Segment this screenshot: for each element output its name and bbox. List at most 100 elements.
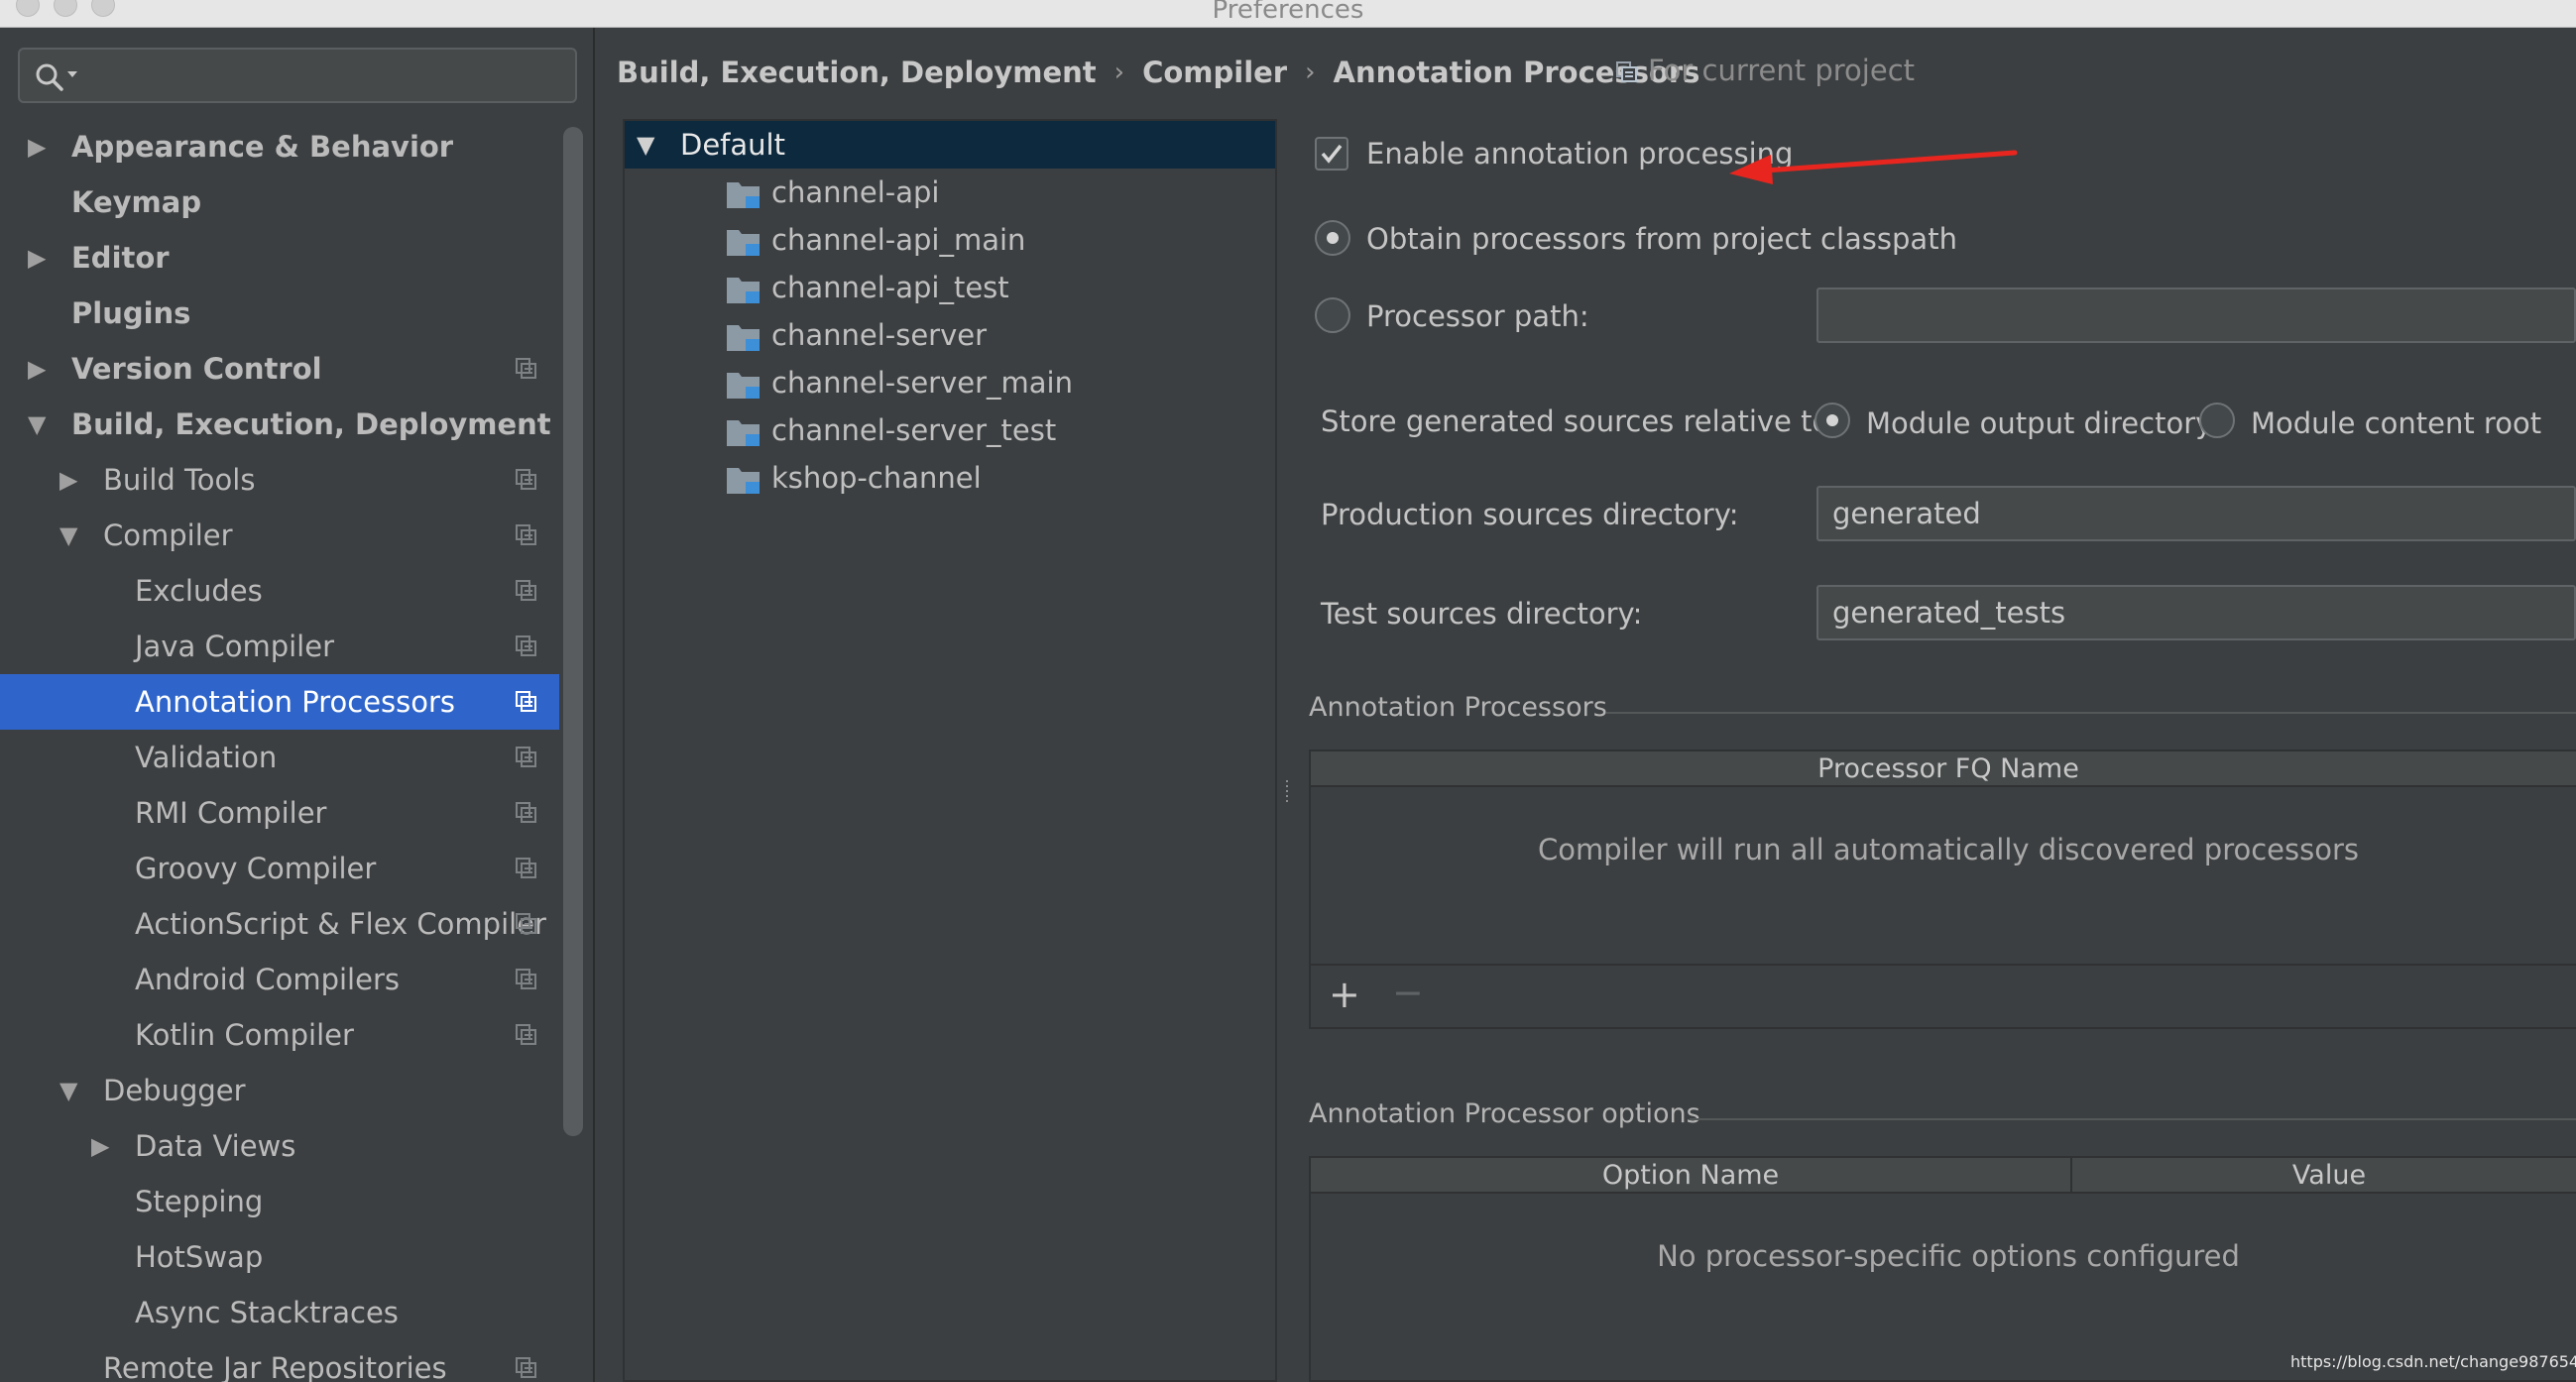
- sidebar-item-label: RMI Compiler: [135, 796, 327, 830]
- sidebar-item-label: Version Control: [71, 352, 322, 386]
- obtain-from-classpath-radio[interactable]: [1315, 220, 1350, 256]
- project-level-settings-icon: [516, 747, 536, 767]
- watermark-url: https://blog.csdn.net/change987654321: [2290, 1352, 2576, 1371]
- sidebar-item-plugins[interactable]: Plugins: [0, 286, 559, 341]
- collapsed-arrow-icon[interactable]: ▶: [28, 341, 46, 397]
- module-item-label: channel-server_test: [771, 413, 1057, 447]
- sidebar-item-stepping[interactable]: Stepping: [0, 1174, 559, 1229]
- project-level-settings-icon: [516, 580, 536, 601]
- sidebar-item-android-compilers[interactable]: Android Compilers: [0, 952, 559, 1007]
- sidebar-item-label: Kotlin Compiler: [135, 1018, 354, 1052]
- sidebar-item-build-tools[interactable]: ▶ Build Tools: [0, 452, 559, 508]
- sidebar-item-rmi-compiler[interactable]: RMI Compiler: [0, 785, 559, 841]
- expanded-arrow-icon[interactable]: ▼: [28, 397, 46, 452]
- sidebar-item-keymap[interactable]: Keymap: [0, 174, 559, 230]
- processor-path-radio[interactable]: [1315, 297, 1350, 333]
- sidebar-item-version-control[interactable]: ▶ Version Control: [0, 341, 559, 397]
- sidebar-scrollbar[interactable]: [563, 127, 583, 1136]
- module-item-label: channel-server_main: [771, 366, 1073, 400]
- sidebar-item-async-stacktraces[interactable]: Async Stacktraces: [0, 1285, 559, 1340]
- module-item-channel-api[interactable]: channel-api: [625, 169, 1275, 216]
- module-tree-root-default[interactable]: ▼ Default: [625, 121, 1275, 169]
- module-item-label: kshop-channel: [771, 461, 982, 495]
- module-item-channel-server[interactable]: channel-server: [625, 311, 1275, 359]
- processor-options-table[interactable]: Option Name Value No processor-specific …: [1309, 1156, 2576, 1382]
- window-title: Preferences: [1212, 0, 1364, 25]
- collapsed-arrow-icon[interactable]: ▶: [28, 119, 46, 174]
- breadcrumb-build-execution-deployment[interactable]: Build, Execution, Deployment: [617, 56, 1097, 89]
- project-level-settings-icon: [516, 913, 536, 934]
- test-sources-label: Test sources directory:: [1321, 597, 1643, 631]
- sidebar-item-java-compiler[interactable]: Java Compiler: [0, 619, 559, 674]
- sidebar-item-hotswap[interactable]: HotSwap: [0, 1229, 559, 1285]
- pane-splitter[interactable]: [1283, 777, 1291, 813]
- processor-path-label[interactable]: Processor path:: [1366, 299, 1589, 333]
- sidebar-item-data-views[interactable]: ▶ Data Views: [0, 1118, 559, 1174]
- project-level-settings-icon: [516, 969, 536, 989]
- project-level-settings-icon: [516, 524, 536, 545]
- sidebar-item-kotlin-compiler[interactable]: Kotlin Compiler: [0, 1007, 559, 1063]
- processor-fq-name-column-header[interactable]: Processor FQ Name: [1311, 751, 2576, 787]
- module-folder-icon: [727, 230, 760, 256]
- sidebar-item-remote-jar-repositories[interactable]: Remote Jar Repositories: [0, 1340, 559, 1382]
- processor-options-section-title: Annotation Processor options: [1309, 1098, 1700, 1129]
- module-output-directory-label[interactable]: Module output directory: [1866, 406, 2212, 440]
- module-item-label: channel-api_main: [771, 223, 1026, 257]
- module-content-root-label[interactable]: Module content root: [2251, 406, 2541, 440]
- module-folder-icon: [727, 420, 760, 446]
- project-level-settings-icon: [516, 358, 536, 379]
- sidebar-item-compiler[interactable]: ▼ Compiler: [0, 508, 559, 563]
- module-item-channel-api-main[interactable]: channel-api_main: [625, 216, 1275, 264]
- sidebar-item-label: Remote Jar Repositories: [103, 1351, 447, 1382]
- remove-processor-button[interactable]: −: [1392, 974, 1424, 1011]
- value-column-header[interactable]: Value: [2072, 1158, 2576, 1194]
- collapsed-arrow-icon[interactable]: ▶: [59, 452, 77, 508]
- sidebar-item-actionscript-flex-compiler[interactable]: ActionScript & Flex Compiler: [0, 896, 559, 952]
- search-input[interactable]: [91, 58, 557, 93]
- module-folder-icon: [727, 278, 760, 303]
- sidebar-item-editor[interactable]: ▶ Editor: [0, 230, 559, 286]
- module-content-root-radio[interactable]: [2199, 403, 2235, 438]
- add-processor-button[interactable]: +: [1329, 976, 1360, 1013]
- sidebar-item-label: Excludes: [135, 574, 263, 608]
- expanded-arrow-icon[interactable]: ▼: [59, 508, 77, 563]
- sidebar-item-validation[interactable]: Validation: [0, 730, 559, 785]
- module-output-directory-radio[interactable]: [1815, 403, 1850, 438]
- sidebar-item-label: Validation: [135, 741, 278, 774]
- test-sources-input[interactable]: generated_tests: [1816, 585, 2576, 640]
- project-level-settings-icon: [516, 858, 536, 878]
- sidebar-item-excludes[interactable]: Excludes: [0, 563, 559, 619]
- module-item-kshop-channel[interactable]: kshop-channel: [625, 454, 1275, 502]
- module-item-channel-api-test[interactable]: channel-api_test: [625, 264, 1275, 311]
- sidebar-item-label: Build, Execution, Deployment: [71, 407, 551, 441]
- table-toolbar-divider: [1311, 964, 2576, 966]
- expanded-arrow-icon[interactable]: ▼: [637, 121, 654, 169]
- option-name-column-header[interactable]: Option Name: [1311, 1158, 2072, 1194]
- processor-path-input[interactable]: [1816, 288, 2576, 343]
- sidebar-item-label: Plugins: [71, 296, 191, 330]
- annotation-processors-section-title: Annotation Processors: [1309, 692, 1607, 723]
- red-arrow-annotation-icon: [1729, 150, 2018, 184]
- collapsed-arrow-icon[interactable]: ▶: [28, 230, 46, 286]
- production-sources-input[interactable]: generated: [1816, 486, 2576, 541]
- obtain-from-classpath-label[interactable]: Obtain processors from project classpath: [1366, 222, 1957, 256]
- section-divider: [1606, 712, 2576, 714]
- sidebar-item-annotation-processors[interactable]: Annotation Processors: [0, 674, 559, 730]
- processors-table[interactable]: Processor FQ Name Compiler will run all …: [1309, 749, 2576, 1029]
- sidebar-item-label: ActionScript & Flex Compiler: [135, 907, 546, 941]
- module-item-channel-server-main[interactable]: channel-server_main: [625, 359, 1275, 406]
- scope-label: For current project: [1648, 54, 1916, 87]
- sidebar-item-build-execution-deployment[interactable]: ▼ Build, Execution, Deployment: [0, 397, 559, 452]
- expanded-arrow-icon[interactable]: ▼: [59, 1063, 77, 1118]
- module-folder-icon: [727, 325, 760, 351]
- module-profile-tree: ▼ Default channel-api channel-api_mainchann…: [623, 119, 1277, 1382]
- collapsed-arrow-icon[interactable]: ▶: [91, 1118, 109, 1174]
- enable-annotation-processing-checkbox[interactable]: [1315, 137, 1348, 171]
- breadcrumb-compiler[interactable]: Compiler: [1142, 56, 1287, 89]
- sidebar-item-debugger[interactable]: ▼ Debugger: [0, 1063, 559, 1118]
- search-box[interactable]: [18, 48, 577, 103]
- sidebar-item-appearance-behavior[interactable]: ▶ Appearance & Behavior: [0, 119, 559, 174]
- module-tree-root-label: Default: [680, 128, 785, 162]
- module-item-channel-server-test[interactable]: channel-server_test: [625, 406, 1275, 454]
- sidebar-item-groovy-compiler[interactable]: Groovy Compiler: [0, 841, 559, 896]
